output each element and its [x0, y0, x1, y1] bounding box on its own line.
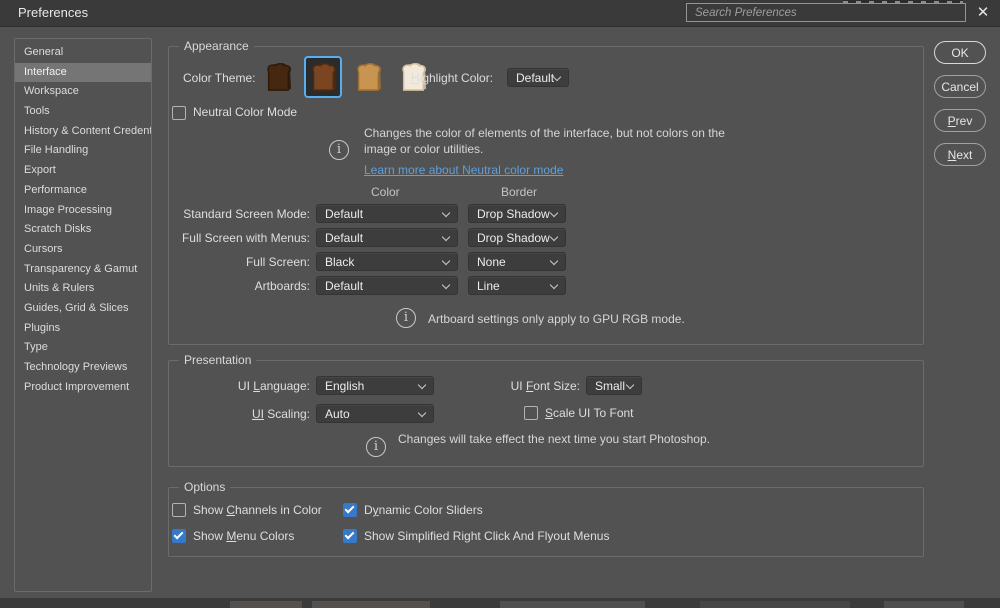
neutral-mode-learn-more-link[interactable]: Learn more about Neutral color mode — [364, 163, 563, 177]
chevron-down-icon — [550, 209, 558, 217]
chevron-down-icon — [550, 233, 558, 241]
show-channels-in-color-label: Show Channels in Color — [193, 503, 322, 517]
sidebar-item-scratch-disks[interactable]: Scratch Disks — [15, 220, 151, 240]
neutral-mode-note: Changes the color of elements of the int… — [364, 125, 725, 157]
sidebar: GeneralInterfaceWorkspaceToolsHistory & … — [14, 38, 152, 592]
ui-language-label: UI Language: — [168, 379, 310, 393]
sidebar-item-type[interactable]: Type — [15, 338, 151, 358]
full-screen-label: Full Screen: — [168, 255, 310, 269]
artboards-color-select[interactable]: Default — [316, 276, 458, 295]
cancel-button[interactable]: Cancel — [934, 75, 986, 98]
appearance-legend: Appearance — [179, 39, 254, 53]
neutral-color-mode-checkbox[interactable] — [172, 106, 186, 120]
full-screen-with-menus-color-select[interactable]: Default — [316, 228, 458, 247]
options-legend: Options — [179, 480, 230, 494]
sidebar-item-file-handling[interactable]: File Handling — [15, 141, 151, 161]
sidebar-item-general[interactable]: General — [15, 43, 151, 63]
show-simplified-right-click-label: Show Simplified Right Click And Flyout M… — [364, 529, 609, 543]
background-app-segment — [230, 601, 302, 608]
show-channels-in-color-checkbox[interactable] — [172, 503, 186, 517]
sidebar-item-tools[interactable]: Tools — [15, 102, 151, 122]
background-app-segment — [500, 601, 645, 608]
dynamic-color-sliders-label: Dynamic Color Sliders — [364, 503, 483, 517]
full-screen-color-select[interactable]: Black — [316, 252, 458, 271]
full-screen-border-select[interactable]: None — [468, 252, 566, 271]
ui-font-size-select[interactable]: Small — [586, 376, 642, 395]
dynamic-color-sliders-checkbox[interactable] — [343, 503, 357, 517]
sidebar-item-plugins[interactable]: Plugins — [15, 319, 151, 339]
sidebar-item-technology-previews[interactable]: Technology Previews — [15, 358, 151, 378]
bottom-edge — [0, 598, 1000, 608]
color-theme-swatch-dark[interactable] — [304, 56, 342, 98]
background-app-segment — [312, 601, 430, 608]
background-app-segment — [700, 601, 850, 608]
info-icon: i — [396, 308, 416, 328]
ui-scaling-select[interactable]: Auto — [316, 404, 434, 423]
search-input[interactable] — [686, 3, 966, 22]
chevron-down-icon — [442, 257, 450, 265]
sidebar-item-transparency-gamut[interactable]: Transparency & Gamut — [15, 260, 151, 280]
titlebar: Preferences ✕ — [0, 0, 1000, 27]
full-screen-with-menus-label: Full Screen with Menus: — [168, 231, 310, 245]
sidebar-item-product-improvement[interactable]: Product Improvement — [15, 378, 151, 398]
sidebar-item-performance[interactable]: Performance — [15, 181, 151, 201]
chevron-down-icon — [550, 281, 558, 289]
dialog-title: Preferences — [18, 5, 88, 20]
standard-screen-mode-label: Standard Screen Mode: — [168, 207, 310, 221]
chevron-down-icon — [418, 381, 426, 389]
sidebar-item-export[interactable]: Export — [15, 161, 151, 181]
sidebar-item-interface[interactable]: Interface — [15, 63, 151, 83]
restart-note: Changes will take effect the next time y… — [398, 431, 710, 447]
standard-screen-mode-color-select[interactable]: Default — [316, 204, 458, 223]
check-icon — [345, 504, 355, 514]
color-column-header: Color — [371, 185, 400, 199]
artboard-note: Artboard settings only apply to GPU RGB … — [428, 311, 685, 327]
color-theme-swatches — [259, 55, 432, 99]
check-icon — [174, 530, 184, 540]
check-icon — [345, 530, 355, 540]
artboards-label: Artboards: — [168, 279, 310, 293]
ui-language-select[interactable]: English — [316, 376, 434, 395]
next-button[interactable]: Next — [934, 143, 986, 166]
preferences-dialog: Preferences ✕ GeneralInterfaceWorkspaceT… — [0, 0, 1000, 608]
chevron-down-icon — [442, 233, 450, 241]
chevron-down-icon — [442, 281, 450, 289]
border-column-header: Border — [501, 185, 537, 199]
chevron-down-icon — [626, 381, 634, 389]
sidebar-item-history-content-credentials[interactable]: History & Content Credentials — [15, 122, 151, 142]
ui-font-size-label: UI Font Size: — [460, 379, 580, 393]
highlight-color-select[interactable]: Default — [507, 68, 569, 87]
close-icon[interactable]: ✕ — [973, 3, 993, 21]
show-simplified-right-click-checkbox[interactable] — [343, 529, 357, 543]
color-theme-swatch-light[interactable] — [349, 56, 387, 98]
sidebar-item-workspace[interactable]: Workspace — [15, 82, 151, 102]
standard-screen-mode-border-select[interactable]: Drop Shadow — [468, 204, 566, 223]
chevron-down-icon — [442, 209, 450, 217]
color-theme-swatch-darkest[interactable] — [259, 56, 297, 98]
background-app-segment — [884, 601, 964, 608]
show-menu-colors-label: Show Menu Colors — [193, 529, 294, 543]
prev-button[interactable]: Prev — [934, 109, 986, 132]
scale-ui-to-font-label: Scale UI To Font — [545, 406, 634, 420]
highlight-color-label: Highlight Color: — [411, 71, 493, 85]
chevron-down-icon — [418, 409, 426, 417]
sidebar-item-cursors[interactable]: Cursors — [15, 240, 151, 260]
options-group — [168, 487, 924, 557]
presentation-legend: Presentation — [179, 353, 256, 367]
full-screen-with-menus-border-select[interactable]: Drop Shadow — [468, 228, 566, 247]
info-icon: i — [329, 140, 349, 160]
neutral-color-mode-label: Neutral Color Mode — [193, 105, 297, 119]
ui-scaling-label: UI Scaling: — [168, 407, 310, 421]
sidebar-item-image-processing[interactable]: Image Processing — [15, 201, 151, 221]
sidebar-item-guides-grid-slices[interactable]: Guides, Grid & Slices — [15, 299, 151, 319]
chevron-down-icon — [550, 257, 558, 265]
ok-button[interactable]: OK — [934, 41, 986, 64]
color-theme-label: Color Theme: — [183, 71, 255, 85]
artboards-border-select[interactable]: Line — [468, 276, 566, 295]
show-menu-colors-checkbox[interactable] — [172, 529, 186, 543]
sidebar-item-units-rulers[interactable]: Units & Rulers — [15, 279, 151, 299]
scale-ui-to-font-checkbox[interactable] — [524, 406, 538, 420]
info-icon: i — [366, 437, 386, 457]
